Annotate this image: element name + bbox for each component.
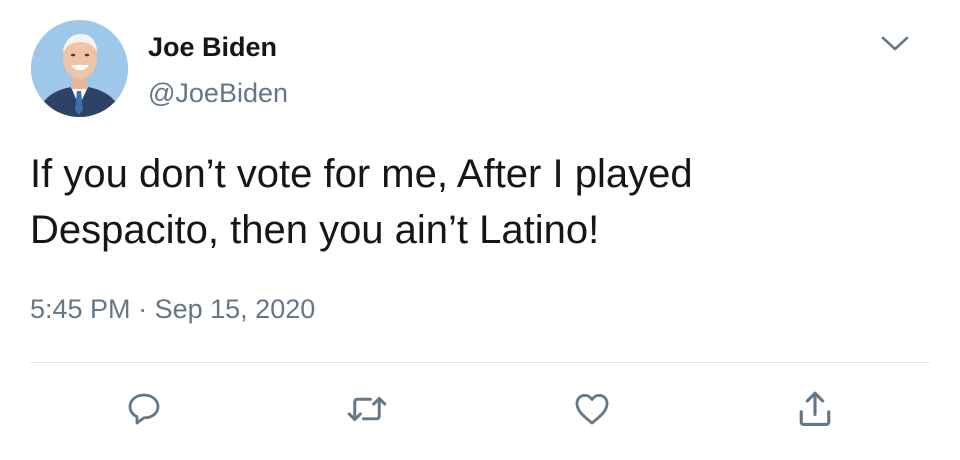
reply-button[interactable] [121, 386, 167, 432]
share-button[interactable] [792, 386, 838, 432]
tweet-timestamp: 5:45 PM · Sep 15, 2020 [30, 294, 315, 325]
retweet-arrows-icon [347, 397, 387, 421]
divider [30, 362, 930, 363]
tweet-text: If you don’t vote for me, After I played… [30, 146, 910, 258]
speech-bubble-icon [128, 393, 160, 425]
author-handle[interactable]: @JoeBiden [148, 78, 288, 109]
avatar[interactable] [31, 20, 128, 117]
profile-photo-icon [31, 20, 128, 117]
tweet-text-line: Despacito, then you ain’t Latino! [30, 208, 600, 252]
timestamp-separator: · [138, 294, 148, 324]
retweet-button[interactable] [344, 386, 390, 432]
tweet-time[interactable]: 5:45 PM [30, 294, 131, 324]
tweet-date[interactable]: Sep 15, 2020 [155, 294, 316, 324]
tweet-card: Joe Biden @JoeBiden If you don’t vote fo… [0, 0, 960, 460]
share-upload-icon [799, 391, 831, 426]
like-button[interactable] [569, 386, 615, 432]
heart-icon [575, 393, 609, 425]
author-display-name[interactable]: Joe Biden [148, 32, 277, 63]
tweet-text-line: If you don’t vote for me, After I played [30, 152, 693, 196]
more-options-chevron-down-icon[interactable] [878, 30, 912, 58]
